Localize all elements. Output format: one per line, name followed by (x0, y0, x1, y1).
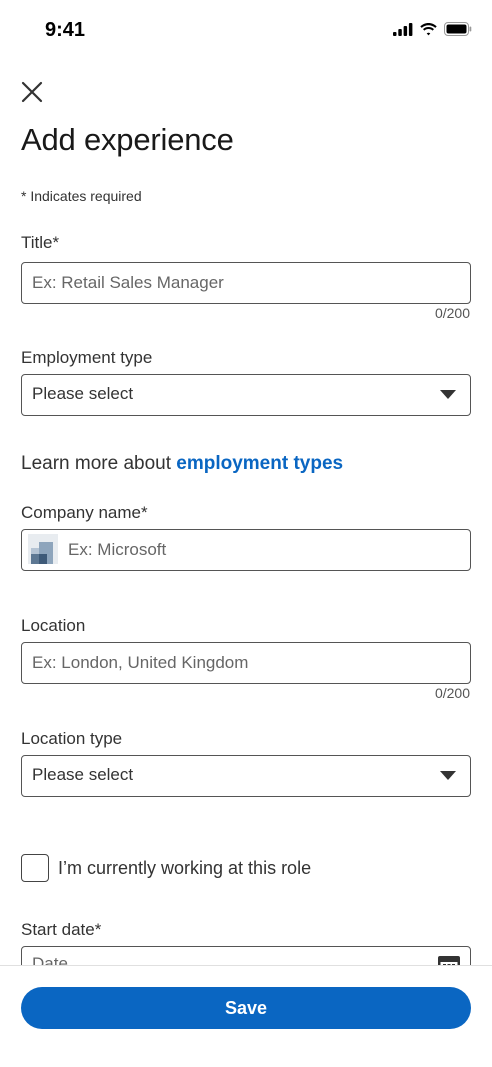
start-date-input[interactable]: Date (21, 946, 471, 965)
location-counter: 0/200 (434, 685, 470, 701)
location-label: Location (21, 616, 86, 635)
signal-icon (393, 22, 413, 36)
title-counter: 0/200 (434, 305, 470, 321)
currently-working-checkbox[interactable] (21, 854, 49, 882)
required-note: * Indicates required (21, 188, 142, 204)
caret-down-icon (440, 390, 456, 399)
company-name-input[interactable] (21, 529, 471, 571)
start-date-label: Start date* (21, 920, 102, 939)
save-button[interactable]: Save (21, 987, 471, 1029)
currently-working-label: I’m currently working at this role (58, 857, 312, 878)
company-name-label: Company name* (21, 503, 148, 522)
title-label: Title* (21, 233, 60, 252)
form-scroll-area[interactable]: Add experience * Indicates required Titl… (0, 60, 492, 965)
currently-working-row[interactable]: I’m currently working at this role (21, 854, 311, 882)
employment-type-label: Employment type (21, 348, 153, 367)
employment-type-select[interactable]: Please select (21, 374, 471, 416)
title-input[interactable] (21, 262, 471, 304)
calendar-icon[interactable] (437, 953, 461, 965)
caret-down-icon (440, 771, 456, 780)
start-date-placeholder: Date (32, 954, 68, 965)
battery-icon (444, 22, 472, 36)
company-logo-icon (28, 534, 58, 564)
location-type-value: Please select (32, 765, 134, 784)
footer-bar: Save (0, 965, 492, 1067)
location-type-label: Location type (21, 729, 123, 748)
status-bar: 9:41 (0, 0, 492, 60)
close-icon[interactable] (18, 78, 46, 106)
status-time: 9:41 (45, 19, 86, 41)
employment-type-value: Please select (32, 384, 134, 403)
employment-types-link[interactable]: employment types (176, 453, 343, 474)
location-type-select[interactable]: Please select (21, 755, 471, 797)
location-input[interactable] (21, 642, 471, 684)
status-icons (393, 22, 472, 36)
learn-more-prefix: Learn more about (21, 453, 177, 474)
wifi-icon (420, 23, 437, 36)
page-title: Add experience (21, 122, 234, 157)
learn-more-text: Learn more about employment types (21, 453, 343, 475)
